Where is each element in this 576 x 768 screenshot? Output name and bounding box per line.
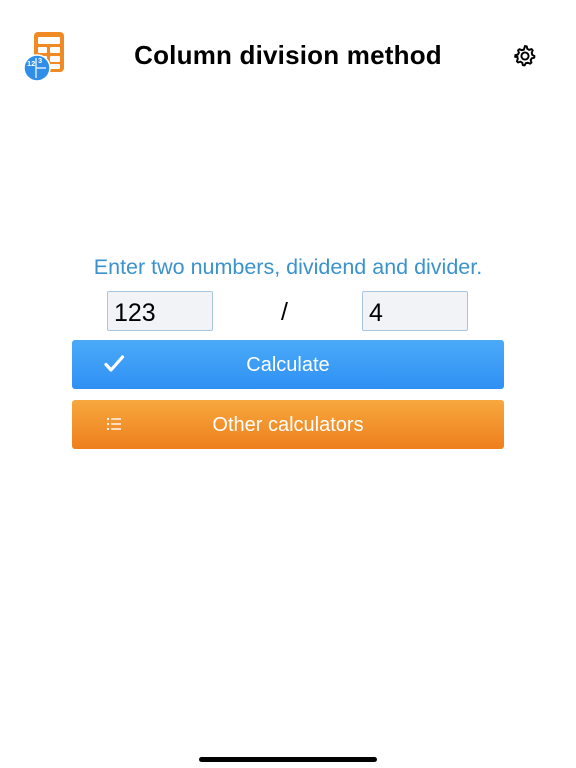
gear-icon[interactable] bbox=[512, 43, 538, 69]
header: 12 3 Column division method bbox=[0, 0, 576, 110]
dividend-input[interactable] bbox=[107, 291, 213, 331]
division-operator: / bbox=[281, 298, 288, 326]
other-calculators-button-label: Other calculators bbox=[212, 414, 364, 436]
calculate-button[interactable]: Calculate bbox=[72, 340, 504, 389]
instruction-text: Enter two numbers, dividend and divider. bbox=[93, 255, 483, 279]
divider-input[interactable] bbox=[362, 291, 468, 331]
other-calculators-button[interactable]: Other calculators bbox=[72, 400, 504, 449]
calculator-screen: 12 3 Column division method Enter two nu… bbox=[0, 0, 576, 768]
home-indicator[interactable] bbox=[199, 757, 377, 762]
calculate-button-label: Calculate bbox=[246, 354, 330, 376]
page-title: Column division method bbox=[134, 40, 442, 70]
